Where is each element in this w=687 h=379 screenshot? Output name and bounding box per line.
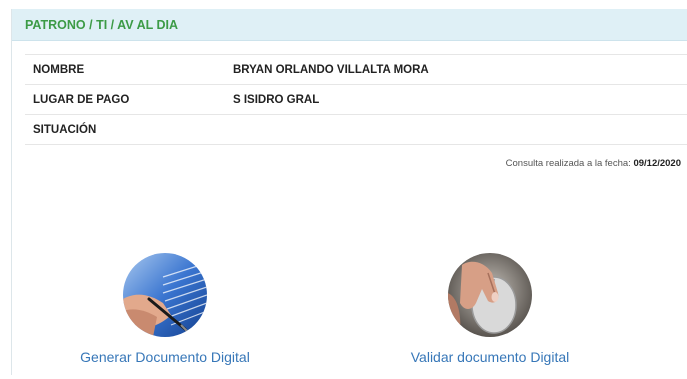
mouse-hand-icon[interactable]: [448, 253, 532, 337]
generate-document-label[interactable]: Generar Documento Digital: [80, 349, 250, 365]
info-table: NOMBRE BRYAN ORLANDO VILLALTA MORA LUGAR…: [25, 54, 687, 145]
consult-date-text: Consulta realizada a la fecha: 09/12/202…: [506, 158, 681, 169]
document-signing-icon[interactable]: [123, 253, 207, 337]
generate-document-button[interactable]: Generar Documento Digital: [70, 242, 260, 365]
validate-document-button[interactable]: Validar documento Digital: [395, 242, 585, 365]
field-value-situacion: [225, 115, 687, 145]
field-label-nombre: NOMBRE: [33, 63, 85, 76]
panel-title: PATRONO / TI / AV AL DIA: [12, 9, 687, 41]
table-row: NOMBRE BRYAN ORLANDO VILLALTA MORA: [25, 54, 687, 85]
field-value-nombre: BRYAN ORLANDO VILLALTA MORA: [233, 63, 429, 76]
field-label-lugar-de-pago: LUGAR DE PAGO: [33, 93, 130, 106]
table-row: LUGAR DE PAGO S ISIDRO GRAL: [25, 84, 687, 115]
field-label-situacion: SITUACIÓN: [33, 123, 97, 136]
consult-prefix: Consulta realizada a la fecha:: [505, 158, 631, 169]
consult-date: 09/12/2020: [633, 158, 681, 169]
validate-document-label[interactable]: Validar documento Digital: [411, 349, 570, 365]
table-row: SITUACIÓN: [25, 114, 687, 145]
field-value-lugar-de-pago: S ISIDRO GRAL: [233, 93, 320, 106]
